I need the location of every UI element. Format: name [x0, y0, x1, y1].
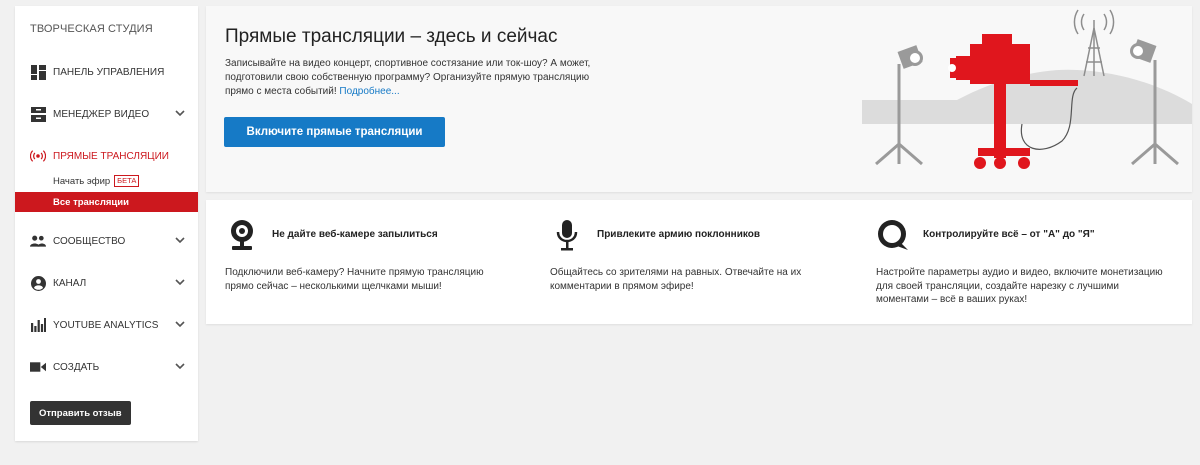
sidebar-item-live[interactable]: ПРЯМЫЕ ТРАНСЛЯЦИИ — [15, 143, 198, 169]
dashboard-icon — [30, 64, 46, 80]
live-streaming-promo: Прямые трансляции – здесь и сейчас Запис… — [206, 6, 1192, 192]
chevron-down-icon[interactable] — [175, 361, 185, 371]
feature-description: Общайтесь со зрителями на равных. Отвеча… — [550, 267, 802, 292]
feature-fans: Привлеките армию поклонников Общайтесь с… — [550, 200, 850, 324]
feature-title: Привлеките армию поклонников — [597, 229, 760, 240]
chevron-down-icon[interactable] — [175, 319, 185, 329]
analytics-icon — [30, 317, 46, 333]
sidebar-item-community[interactable]: СООБЩЕСТВО — [15, 228, 198, 254]
feature-description: Подключили веб-камеру? Начните прямую тр… — [225, 267, 484, 292]
sidebar-item-label: ПАНЕЛЬ УПРАВЛЕНИЯ — [53, 66, 165, 78]
sidebar-item-create[interactable]: СОЗДАТЬ — [15, 354, 198, 380]
sidebar-item-dashboard[interactable]: ПАНЕЛЬ УПРАВЛЕНИЯ — [15, 59, 198, 85]
create-video-icon — [30, 359, 46, 375]
sidebar-item-label: СОЗДАТЬ — [53, 361, 100, 373]
sidebar-item-label: СООБЩЕСТВО — [53, 235, 126, 247]
microphone-icon — [550, 218, 584, 252]
chevron-down-icon[interactable] — [175, 108, 185, 118]
chevron-down-icon[interactable] — [175, 277, 185, 287]
sidebar: ТВОРЧЕСКАЯ СТУДИЯ ПАНЕЛЬ УПРАВЛЕНИЯ МЕНЕ… — [15, 6, 198, 441]
community-icon — [30, 233, 46, 249]
sidebar-item-analytics[interactable]: YOUTUBE ANALYTICS — [15, 312, 198, 338]
sidebar-item-label: КАНАЛ — [53, 277, 87, 289]
chevron-down-icon[interactable] — [175, 235, 185, 245]
sidebar-item-channel[interactable]: КАНАЛ — [15, 270, 198, 296]
studio-title: ТВОРЧЕСКАЯ СТУДИЯ — [30, 23, 153, 35]
chat-bubble-icon — [876, 218, 910, 252]
live-broadcast-icon — [30, 148, 46, 164]
hero-description-text: Записывайте на видео концерт, спортивное… — [225, 58, 591, 97]
sidebar-item-label: YOUTUBE ANALYTICS — [53, 319, 159, 331]
all-streams-label: Все трансляции — [53, 196, 129, 208]
video-manager-icon — [30, 106, 46, 122]
feature-control: Контролируйте всё – от "А" до "Я" Настро… — [876, 200, 1176, 324]
learn-more-link[interactable]: Подробнее... — [339, 86, 399, 97]
feature-title: Контролируйте всё – от "А" до "Я" — [923, 229, 1095, 240]
feature-webcam: Не дайте веб-камере запылиться Подключил… — [225, 200, 525, 324]
sidebar-item-video-manager[interactable]: МЕНЕДЖЕР ВИДЕО — [15, 101, 198, 127]
channel-icon — [30, 275, 46, 291]
feature-title: Не дайте веб-камере запылиться — [272, 229, 438, 240]
sidebar-item-label: МЕНЕДЖЕР ВИДЕО — [53, 108, 150, 120]
enable-live-streaming-button[interactable]: Включите прямые трансляции — [224, 117, 445, 147]
start-stream-label: Начать эфир — [53, 175, 111, 187]
webcam-icon — [225, 218, 259, 252]
send-feedback-button[interactable]: Отправить отзыв — [30, 401, 131, 425]
beta-badge: БЕТА — [114, 175, 140, 187]
feature-description: Настройте параметры аудио и видео, включ… — [876, 267, 1163, 305]
sidebar-subitem-all-streams[interactable]: Все трансляции — [15, 192, 198, 212]
features-panel: Не дайте веб-камере запылиться Подключил… — [206, 200, 1192, 324]
page-title: Прямые трансляции – здесь и сейчас — [225, 26, 558, 47]
live-camera-illustration — [862, 9, 1192, 169]
hero-description: Записывайте на видео концерт, спортивное… — [225, 57, 620, 99]
sidebar-item-label: ПРЯМЫЕ ТРАНСЛЯЦИИ — [53, 150, 169, 162]
sidebar-subitem-start-stream[interactable]: Начать эфир БЕТА — [15, 171, 198, 191]
